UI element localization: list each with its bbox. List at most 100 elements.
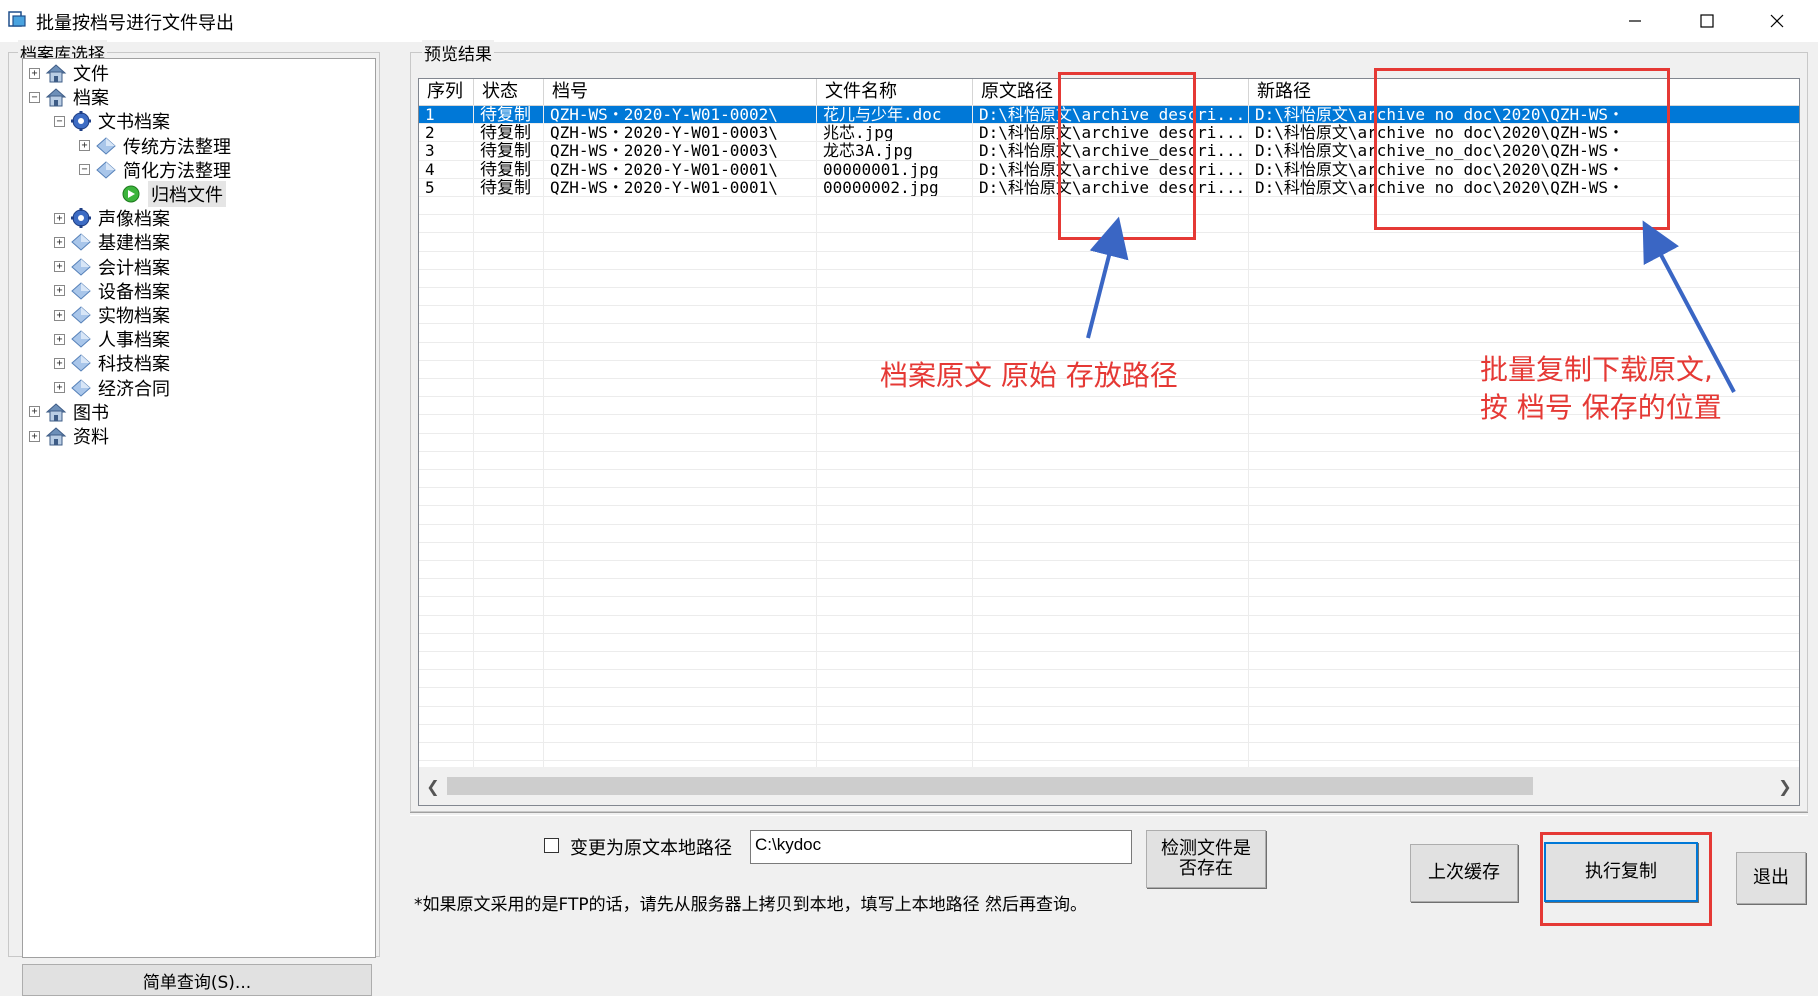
- original-path-highlight: [1058, 72, 1196, 240]
- new-path-note-line2: 按 档号 保存的位置: [1480, 391, 1722, 424]
- collapse-icon[interactable]: −: [54, 115, 65, 127]
- table-cell: 待复制: [480, 124, 531, 143]
- expand-icon[interactable]: +: [29, 430, 40, 442]
- tree-node[interactable]: + 文件: [29, 61, 109, 85]
- column-header[interactable]: 序列: [419, 79, 474, 105]
- expand-icon[interactable]: +: [54, 236, 65, 248]
- tree-node-label: 设备档案: [98, 281, 170, 303]
- expand-icon[interactable]: +: [54, 382, 65, 394]
- gear-icon: [69, 110, 93, 132]
- tree-node-label: 简化方法整理: [123, 160, 231, 182]
- tree-node[interactable]: + 经济合同: [54, 376, 170, 400]
- tree-node-label: 档案: [73, 88, 109, 110]
- maximize-button[interactable]: [1672, 0, 1742, 42]
- execute-copy-highlight: [1540, 832, 1712, 926]
- grid-row-line: [419, 341, 1799, 343]
- house-icon: [44, 62, 68, 84]
- title-bar: 批量按档号进行文件导出: [0, 0, 1818, 42]
- expand-icon[interactable]: +: [54, 285, 65, 297]
- table-cell: 花儿与少年.doc: [823, 106, 942, 124]
- tree-node[interactable]: + 图书: [29, 400, 109, 424]
- ftp-note: *如果原文采用的是FTP的话，请先从服务器上拷贝到本地，填写上本地路径 然后再查…: [414, 895, 1088, 915]
- minimize-icon: [1629, 20, 1641, 22]
- grid-column-line: [972, 105, 973, 767]
- minimize-button[interactable]: [1600, 0, 1670, 42]
- house-icon: [44, 401, 68, 423]
- scrollbar-thumb[interactable]: [447, 777, 1533, 795]
- expand-icon[interactable]: +: [79, 140, 90, 152]
- tree-node[interactable]: + 传统方法整理: [79, 134, 231, 158]
- tree-node[interactable]: + 实物档案: [54, 303, 170, 327]
- grid-column-line: [543, 105, 544, 767]
- simple-query-button[interactable]: 简单查询(S)...: [22, 964, 372, 996]
- diamond-icon: [69, 352, 93, 374]
- tree-node[interactable]: + 资料: [29, 424, 109, 448]
- table-cell: 4: [425, 160, 435, 179]
- archive-library-group: 档案库选择 + 文件 − 档案 − 文书档案 + 传统方法整理 − 简化方法整理 归档文件 + 声像档案…: [8, 40, 380, 996]
- grid-row-line: [419, 541, 1799, 543]
- grid-row-line: [419, 505, 1799, 507]
- table-cell: 00000002.jpg: [823, 178, 939, 197]
- grid-row-line: [419, 705, 1799, 707]
- maximize-icon: [1700, 14, 1714, 28]
- grid-row-line: [419, 669, 1799, 671]
- tree-node-label: 传统方法整理: [123, 136, 231, 158]
- check-file-exists-button[interactable]: 检测文件是否存在: [1146, 830, 1266, 888]
- tree-node-label: 人事档案: [98, 330, 170, 352]
- tree-node-label: 图书: [73, 402, 109, 424]
- horizontal-scrollbar[interactable]: ❮ ❯: [419, 767, 1799, 805]
- grid-row-line: [419, 469, 1799, 470]
- expand-icon[interactable]: +: [54, 357, 65, 369]
- group-legend: 预览结果: [422, 40, 494, 65]
- grid-row-line: [419, 742, 1799, 743]
- tree-node[interactable]: − 文书档案: [54, 109, 170, 133]
- exit-button[interactable]: 退出: [1736, 852, 1806, 904]
- tree-node[interactable]: + 会计档案: [54, 255, 170, 279]
- tree-node[interactable]: 归档文件: [104, 181, 226, 207]
- table-cell: 龙芯3A.jpg: [823, 142, 913, 161]
- collapse-icon[interactable]: −: [29, 91, 40, 103]
- expand-icon[interactable]: +: [54, 212, 65, 224]
- grid-row-line: [419, 487, 1799, 489]
- tree-node[interactable]: + 人事档案: [54, 327, 170, 351]
- close-button[interactable]: [1742, 0, 1812, 42]
- grid-column-line: [473, 105, 474, 767]
- gear-icon: [69, 207, 93, 229]
- collapse-icon[interactable]: −: [79, 164, 90, 176]
- tree-node[interactable]: + 科技档案: [54, 351, 170, 375]
- last-cache-button[interactable]: 上次缓存: [1410, 844, 1518, 902]
- tree-node-label: 基建档案: [98, 233, 170, 255]
- tree-node[interactable]: + 声像档案: [54, 206, 170, 230]
- tree-node-label: 经济合同: [98, 378, 170, 400]
- tree-node[interactable]: − 档案: [29, 85, 109, 109]
- grid-row-line: [419, 578, 1799, 580]
- tree-node-label: 科技档案: [98, 354, 170, 376]
- tree-node[interactable]: + 设备档案: [54, 279, 170, 303]
- expand-icon[interactable]: +: [29, 406, 40, 418]
- tree-node-label: 会计档案: [98, 257, 170, 279]
- tree-node[interactable]: + 基建档案: [54, 230, 170, 254]
- scroll-left-icon[interactable]: ❮: [423, 775, 443, 797]
- diamond-icon: [69, 304, 93, 326]
- diamond-icon: [69, 280, 93, 302]
- column-header[interactable]: 文件名称: [817, 79, 973, 105]
- tree-node[interactable]: − 简化方法整理: [79, 158, 231, 182]
- local-path-checkbox[interactable]: [544, 838, 559, 853]
- archive-tree[interactable]: + 文件 − 档案 − 文书档案 + 传统方法整理 − 简化方法整理 归档文件 + 声像档案 + 基建档案 +…: [22, 58, 376, 958]
- new-path-highlight: [1374, 68, 1670, 230]
- table-cell: 待复制: [480, 160, 531, 179]
- expand-icon[interactable]: +: [54, 261, 65, 273]
- local-path-input[interactable]: C:\kydoc: [750, 830, 1132, 864]
- diamond-icon: [94, 159, 118, 181]
- expand-icon[interactable]: +: [29, 67, 40, 79]
- expand-icon[interactable]: +: [54, 309, 65, 321]
- column-header[interactable]: 状态: [474, 79, 544, 105]
- check-file-exists-label: 检测文件是否存在: [1161, 838, 1251, 879]
- table-cell: 待复制: [480, 106, 531, 125]
- new-path-note-line1: 批量复制下载原文,: [1480, 353, 1713, 386]
- expand-icon[interactable]: +: [54, 333, 65, 345]
- table-cell: 00000001.jpg: [823, 160, 939, 179]
- scroll-right-icon[interactable]: ❯: [1775, 775, 1795, 797]
- column-header[interactable]: 档号: [544, 79, 817, 105]
- grid-row-line: [419, 687, 1799, 689]
